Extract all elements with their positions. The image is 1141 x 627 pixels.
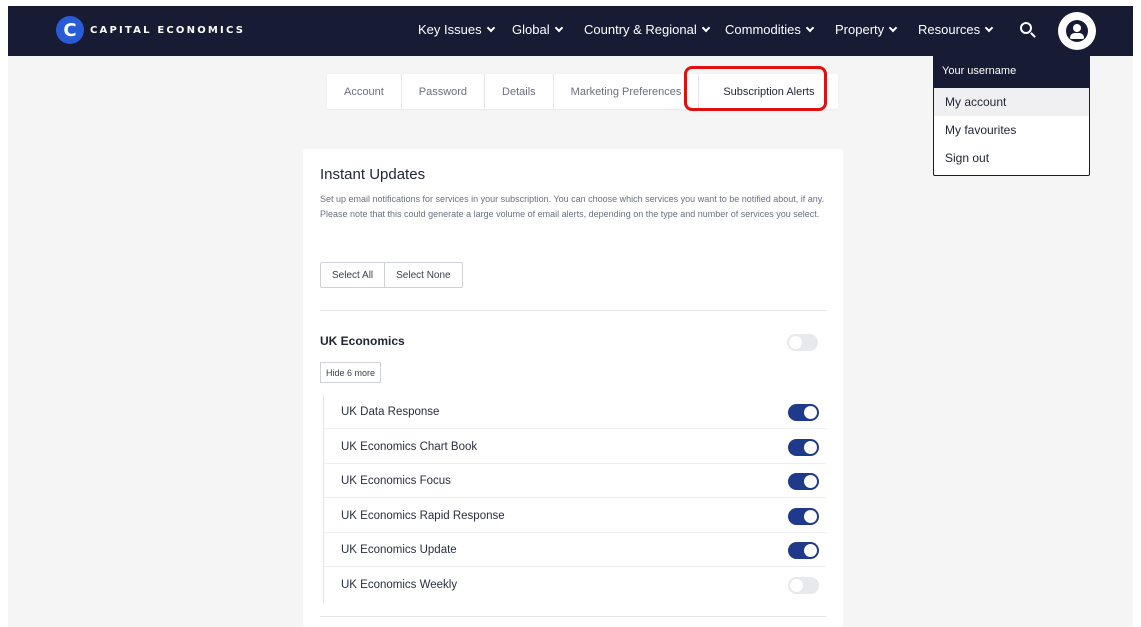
tab-marketing-preferences[interactable]: Marketing Preferences: [554, 74, 700, 109]
nav-commodities[interactable]: Commodities: [725, 22, 815, 37]
nav-key-issues[interactable]: Key Issues: [418, 22, 495, 37]
tab-password[interactable]: Password: [402, 74, 486, 109]
nav-property[interactable]: Property: [835, 22, 898, 37]
nav-resources[interactable]: Resources: [918, 22, 994, 37]
service-label: UK Economics Weekly: [341, 579, 458, 591]
list-item: UK Economics Weekly: [324, 568, 827, 602]
brand-logo[interactable]: C CAPITAL ECONOMICS: [56, 16, 245, 44]
nav-global[interactable]: Global: [512, 22, 563, 37]
service-label: UK Data Response: [341, 406, 440, 418]
search-icon[interactable]: [1018, 20, 1038, 40]
nav-item-label: Commodities: [725, 22, 801, 37]
brand-name: CAPITAL ECONOMICS: [90, 24, 246, 36]
menu-item-sign-out[interactable]: Sign out: [934, 144, 1089, 172]
menu-item-my-account[interactable]: My account: [934, 88, 1089, 116]
service-label: UK Economics Focus: [341, 475, 451, 487]
screenshot-border: [0, 0, 8, 627]
service-list: UK Data Response UK Economics Chart Book…: [323, 395, 827, 603]
uk-economics-group-toggle[interactable]: [787, 334, 818, 351]
instant-updates-card: Instant Updates Set up email notificatio…: [303, 149, 843, 627]
menu-item-my-favourites[interactable]: My favourites: [934, 116, 1089, 144]
list-item: UK Economics Update: [324, 533, 827, 567]
tab-account[interactable]: Account: [327, 74, 402, 109]
hide-more-button[interactable]: Hide 6 more: [320, 362, 382, 383]
service-toggle[interactable]: [788, 439, 819, 456]
nav-country-regional[interactable]: Country & Regional: [584, 22, 710, 37]
service-toggle[interactable]: [788, 404, 819, 421]
service-toggle[interactable]: [788, 508, 819, 525]
dropdown-username: Your username: [934, 54, 1089, 88]
user-dropdown-menu: Your username My account My favourites S…: [933, 53, 1090, 176]
chevron-down-icon: [701, 23, 710, 33]
chevron-down-icon: [805, 23, 815, 33]
select-none-button[interactable]: Select None: [385, 263, 461, 287]
nav-item-label: Global: [512, 22, 550, 37]
service-label: UK Economics Rapid Response: [341, 510, 505, 522]
user-avatar-icon[interactable]: [1058, 12, 1096, 50]
list-item: UK Economics Focus: [324, 464, 827, 498]
nav-item-label: Key Issues: [418, 22, 482, 37]
divider: [320, 616, 826, 617]
tab-details[interactable]: Details: [485, 74, 554, 109]
nav-item-label: Country & Regional: [584, 22, 697, 37]
tab-highlight-annotation: [684, 66, 827, 111]
nav-item-label: Resources: [918, 22, 981, 37]
select-all-button[interactable]: Select All: [321, 263, 386, 287]
section-description: Set up email notifications for services …: [320, 194, 825, 219]
nav-item-label: Property: [835, 22, 885, 37]
service-label: UK Economics Update: [341, 544, 457, 556]
selection-button-group: Select All Select None: [320, 262, 463, 288]
list-item: UK Economics Rapid Response: [324, 499, 827, 533]
chevron-down-icon: [984, 23, 994, 33]
list-item: UK Economics Chart Book: [324, 430, 827, 464]
chevron-down-icon: [554, 23, 563, 33]
divider: [320, 310, 826, 311]
service-toggle[interactable]: [788, 542, 819, 559]
list-item: UK Data Response: [324, 395, 827, 429]
top-navigation-bar: C CAPITAL ECONOMICS Key Issues Global Co…: [8, 6, 1133, 56]
service-toggle[interactable]: [788, 577, 819, 594]
section-heading: Instant Updates: [320, 166, 426, 183]
service-group-title: UK Economics: [320, 334, 405, 348]
service-label: UK Economics Chart Book: [341, 441, 478, 453]
chevron-down-icon: [486, 23, 495, 33]
screenshot-border: [1133, 0, 1141, 627]
capital-economics-logo-icon: C: [56, 16, 84, 44]
service-toggle[interactable]: [788, 473, 819, 490]
chevron-down-icon: [888, 23, 898, 33]
